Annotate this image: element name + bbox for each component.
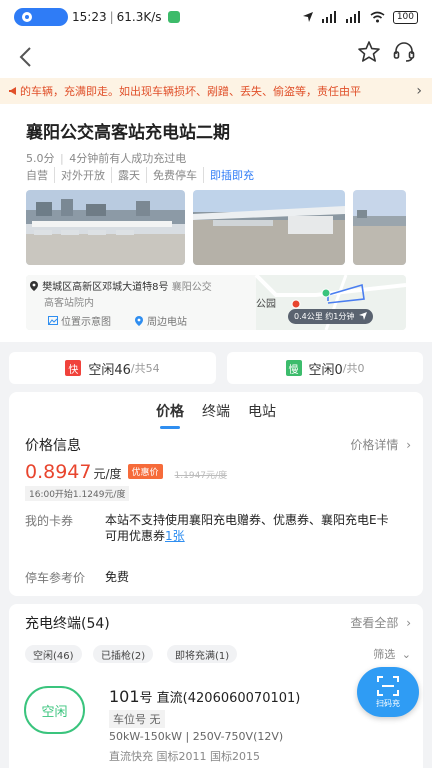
- favorite-star-icon[interactable]: [357, 40, 381, 64]
- customer-service-icon[interactable]: [392, 40, 416, 64]
- nearby-stations-link[interactable]: 周边电站: [134, 313, 187, 328]
- filter-chip-plugged[interactable]: 已插枪(2): [93, 645, 154, 663]
- chevron-right-icon: ›: [406, 616, 411, 630]
- parking-spot-chip: 车位号 无: [109, 710, 165, 728]
- station-tag: 露天: [111, 167, 146, 183]
- promo-badge: 优惠价: [127, 464, 163, 479]
- navigate-icon: [358, 312, 367, 320]
- terminal-spec: 50kW-150kW | 250V-750V(12V): [109, 730, 284, 743]
- scan-label: 扫码充: [376, 699, 400, 708]
- terminal-title: 充电终端(54): [25, 616, 110, 632]
- terminal-name: 101号 直流(4206060070101): [109, 687, 301, 706]
- station-card: 襄阳公交高客站充电站二期 5.0分 | 4分钟前有人成功充过电 自营 对外开放 …: [0, 104, 432, 342]
- tab-bar: 价格 终端 电站: [9, 401, 423, 429]
- parking-label: 停车参考价: [25, 571, 86, 585]
- price-card: 价格 终端 电站 价格信息 价格详情 › 0.8947 元/度 优惠价 1.19…: [9, 392, 423, 596]
- view-all-link[interactable]: 查看全部 ›: [350, 614, 411, 631]
- filter-chip-almost-full[interactable]: 即将充满(1): [167, 645, 238, 663]
- filter-chip-idle[interactable]: 空闲(46): [25, 645, 82, 663]
- fast-charger-summary[interactable]: 快 空闲46 /共54: [9, 352, 216, 384]
- coupon-count-link[interactable]: 1张: [165, 529, 185, 543]
- back-button[interactable]: [18, 43, 32, 72]
- megaphone-icon: [9, 87, 16, 95]
- time-price-note: 16:00开始1.1249元/度: [25, 486, 130, 501]
- image-icon: [48, 316, 58, 325]
- price-detail-link[interactable]: 价格详情 ›: [350, 436, 411, 453]
- chevron-down-icon: ⌄: [401, 648, 411, 661]
- tab-station[interactable]: 电站: [246, 401, 278, 421]
- slow-idle-label: 空闲0: [308, 362, 343, 378]
- terminal-status: 空闲: [24, 686, 85, 734]
- nearby-pin-icon: [135, 315, 143, 326]
- tab-terminal[interactable]: 终端: [200, 401, 232, 421]
- parking-value: 免费: [105, 570, 130, 584]
- location-indicator: [14, 8, 68, 26]
- status-bar: 15:23 | 61.3K/s 100: [0, 0, 432, 34]
- station-tag: 自营: [26, 169, 48, 182]
- station-photo[interactable]: [353, 190, 406, 265]
- coupon-text: 本站不支持使用襄阳充电赠券、优惠券、襄阳充电E卡 可用优惠券1张: [105, 513, 389, 543]
- filter-button[interactable]: 筛选 ⌄: [373, 646, 411, 662]
- notice-banner[interactable]: 的车辆，充满即走。如出现车辆损坏、剐蹭、丢失、偷盗等，责任由平 ›: [0, 78, 432, 104]
- back-arrow-icon: [19, 47, 31, 67]
- price-info-title: 价格信息: [25, 438, 81, 454]
- slow-total: /共0: [342, 362, 365, 375]
- shield-icon: [167, 11, 180, 23]
- station-tags: 自营 对外开放 露天 免费停车 即插即充: [26, 167, 260, 183]
- status-icons: 100: [302, 10, 418, 24]
- signal-2-icon: [345, 11, 360, 23]
- scan-icon: [377, 676, 399, 696]
- terminal-number: 101: [109, 687, 140, 706]
- station-rating: 5.0分: [26, 152, 55, 165]
- station-rating-line: 5.0分 | 4分钟前有人成功充过电: [26, 152, 187, 165]
- coupon-label: 我的卡券: [25, 514, 74, 528]
- terminal-standard: 直流快充 国标2011 国标2015: [109, 750, 260, 763]
- location-icon: [22, 12, 32, 22]
- network-speed: 61.3K/s: [116, 10, 162, 24]
- chevron-right-icon: ›: [406, 438, 411, 452]
- address-suffix: 襄阳公交: [171, 282, 212, 293]
- price-unit: 元/度: [93, 467, 122, 481]
- station-photo[interactable]: [193, 190, 345, 265]
- old-price: 1.1947元/度: [174, 471, 228, 481]
- scan-charge-button[interactable]: 扫码充: [357, 667, 419, 717]
- slow-badge: 慢: [285, 360, 302, 376]
- tab-price[interactable]: 价格: [154, 401, 186, 429]
- station-tag-plug: 即插即充: [203, 167, 260, 183]
- status-time: 15:23: [72, 10, 107, 24]
- station-recent: 4分钟前有人成功充过电: [69, 152, 187, 165]
- price-value: 0.8947: [25, 461, 92, 483]
- location-diagram-link[interactable]: 位置示意图: [48, 313, 111, 328]
- map-address: 樊城区高新区邓城大道特8号 襄阳公交: [29, 278, 212, 293]
- location-pin-icon: [30, 281, 38, 291]
- notice-text: 的车辆，充满即走。如出现车辆损坏、剐蹭、丢失、偷盗等，责任由平: [20, 85, 361, 98]
- battery-indicator: 100: [392, 10, 418, 24]
- address-sub: 高客站院内: [44, 298, 94, 309]
- fast-badge: 快: [65, 360, 82, 376]
- signal-icon: [321, 11, 336, 23]
- map-place-label: 公园: [256, 299, 276, 310]
- station-map[interactable]: 樊城区高新区邓城大道特8号 襄阳公交 高客站院内 位置示意图 周边电站 公园 0…: [26, 275, 406, 330]
- fast-idle-label: 空闲46: [88, 362, 131, 378]
- header: [0, 34, 432, 78]
- slow-charger-summary[interactable]: 慢 空闲0 /共0: [227, 352, 423, 384]
- notice-chevron-icon: ›: [416, 83, 422, 99]
- station-photo[interactable]: [26, 190, 185, 265]
- station-title: 襄阳公交高客站充电站二期: [26, 123, 230, 143]
- wifi-icon: [370, 11, 385, 23]
- price-row: 0.8947 元/度 优惠价 1.1947元/度: [25, 461, 227, 483]
- station-tag: 免费停车: [146, 167, 203, 183]
- status-divider: |: [109, 10, 114, 24]
- navigation-icon: [302, 12, 313, 22]
- fast-total: /共54: [130, 362, 160, 375]
- station-tag: 对外开放: [54, 167, 111, 183]
- distance-badge: 0.4公里 约1分钟: [288, 309, 373, 324]
- address-text: 樊城区高新区邓城大道特8号: [42, 282, 169, 293]
